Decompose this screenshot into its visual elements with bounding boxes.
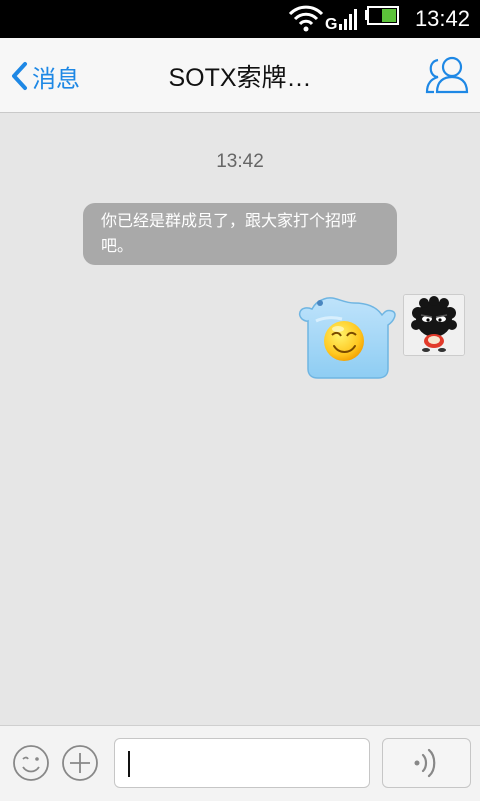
input-bar: [0, 725, 480, 801]
signal-icon: [339, 9, 357, 30]
text-cursor: [128, 751, 130, 777]
voice-wave-icon: [414, 748, 435, 778]
black-fuzzball-avatar: [404, 295, 464, 355]
network-type-label: G: [325, 16, 337, 33]
wifi-icon: [288, 5, 324, 32]
chat-area[interactable]: 13:42 你已经是群成员了，跟大家打个招呼吧。: [0, 113, 480, 725]
voice-button[interactable]: [382, 738, 471, 788]
emoji-button[interactable]: [12, 744, 50, 782]
status-time: 13:42: [414, 6, 470, 31]
back-button[interactable]: 消息: [10, 54, 80, 98]
battery-icon: [365, 6, 399, 25]
nav-bar: 消息 SOTX索牌…: [0, 38, 480, 113]
sticker-bubble[interactable]: [294, 291, 396, 381]
message-input[interactable]: [114, 738, 370, 788]
message-row-self: [290, 291, 470, 381]
back-label: 消息: [32, 64, 80, 93]
message-timestamp: 13:42: [216, 151, 264, 172]
group-members-button[interactable]: [424, 54, 470, 98]
group-members-icon: [425, 56, 469, 94]
page-title: SOTX索牌…: [168, 64, 312, 92]
emoji-face-icon: [13, 745, 49, 781]
avatar[interactable]: [403, 294, 465, 356]
more-options-button[interactable]: [61, 744, 99, 782]
system-message: 你已经是群成员了，跟大家打个招呼吧。: [83, 203, 397, 265]
chevron-left-icon: [12, 62, 27, 90]
smiling-face-sticker: [298, 297, 396, 379]
status-bar: G 13:42: [0, 0, 480, 38]
plus-circle-icon: [62, 745, 98, 781]
status-icons: G: [288, 4, 408, 34]
